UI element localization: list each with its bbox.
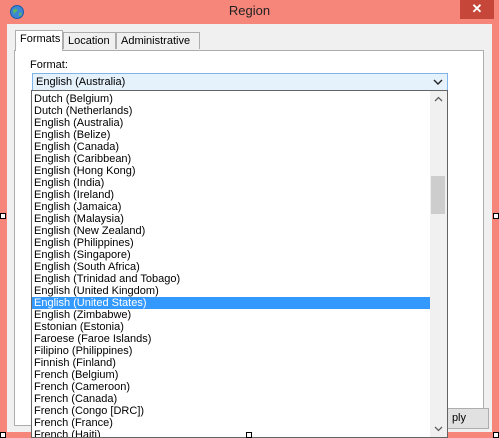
dropdown-item[interactable]: Dutch (Belgium) (32, 93, 430, 105)
dropdown-item[interactable]: Finnish (Finland) (32, 357, 430, 369)
tab-administrative[interactable]: Administrative (116, 32, 200, 49)
dropdown-item[interactable]: English (New Zealand) (32, 225, 430, 237)
format-dropdown-list[interactable]: Dutch (Belgium) Dutch (Netherlands) Englis… (31, 90, 448, 438)
scroll-up-icon[interactable] (430, 91, 447, 108)
dropdown-item[interactable]: French (Belgium) (32, 369, 430, 381)
dropdown-item[interactable]: French (France) (32, 417, 430, 429)
window-title: Region (228, 3, 271, 18)
dropdown-item[interactable]: English (Canada) (32, 141, 430, 153)
dropdown-item[interactable]: English (South Africa) (32, 261, 430, 273)
close-button[interactable]: ✕ (460, 0, 494, 19)
resize-handle-bottom-right[interactable] (493, 432, 499, 438)
dropdown-item[interactable]: French (Cameroon) (32, 381, 430, 393)
scroll-thumb[interactable] (431, 176, 445, 214)
dropdown-item[interactable]: Filipino (Philippines) (32, 345, 430, 357)
dropdown-item[interactable]: Dutch (Netherlands) (32, 105, 430, 117)
dropdown-item[interactable]: English (Caribbean) (32, 153, 430, 165)
tab-formats[interactable]: Formats (15, 30, 63, 51)
dropdown-item[interactable]: English (United States) (32, 297, 430, 309)
dropdown-item[interactable]: Faroese (Faroe Islands) (32, 333, 430, 345)
format-selected-value: English (Australia) (36, 76, 126, 88)
dropdown-item[interactable]: French (Canada) (32, 393, 430, 405)
resize-handle-left[interactable] (0, 213, 6, 219)
dropdown-item[interactable]: English (United Kingdom) (32, 285, 430, 297)
dropdown-item[interactable]: English (Zimbabwe) (32, 309, 430, 321)
dropdown-item[interactable]: English (Australia) (32, 117, 430, 129)
title-bar[interactable]: Region ✕ (0, 0, 499, 24)
dropdown-item[interactable]: Estonian (Estonia) (32, 321, 430, 333)
resize-handle-bottom-left[interactable] (0, 432, 6, 438)
format-label: Format: (30, 59, 68, 71)
dropdown-item[interactable]: English (Trinidad and Tobago) (32, 273, 430, 285)
chevron-down-icon (433, 79, 443, 85)
dropdown-item[interactable]: English (Ireland) (32, 189, 430, 201)
dropdown-item[interactable]: English (Malaysia) (32, 213, 430, 225)
dropdown-item[interactable]: French (Haiti) (32, 429, 430, 437)
dropdown-item[interactable]: English (India) (32, 177, 430, 189)
dropdown-item[interactable]: English (Philippines) (32, 237, 430, 249)
dropdown-scrollbar[interactable] (430, 91, 447, 437)
dropdown-item[interactable]: English (Hong Kong) (32, 165, 430, 177)
tab-location[interactable]: Location (63, 32, 116, 49)
resize-handle-right[interactable] (493, 213, 499, 219)
dropdown-item[interactable]: English (Belize) (32, 129, 430, 141)
dropdown-item[interactable]: English (Singapore) (32, 249, 430, 261)
dropdown-item[interactable]: French (Congo [DRC]) (32, 405, 430, 417)
dropdown-item[interactable]: English (Jamaica) (32, 201, 430, 213)
scroll-down-icon[interactable] (430, 420, 447, 437)
resize-handle-bottom[interactable] (246, 432, 252, 438)
